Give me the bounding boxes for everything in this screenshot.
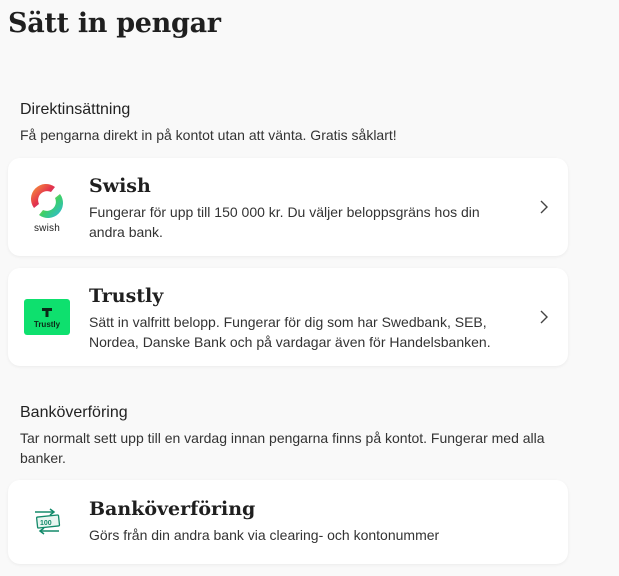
swish-option-description: Fungerar för upp till 150 000 kr. Du väl… [89,204,480,240]
trustly-mark-icon [42,307,52,317]
bank-transfer-option-description: Görs från din andra bank via clearing- o… [89,527,440,543]
swish-option-card[interactable]: swish Swish Fungerar för upp till 150 00… [8,158,568,256]
bank-transfer-icon: 100 [22,502,72,542]
section-heading-direct: Direktinsättning [20,101,131,118]
section-heading-bank: Banköverföring [20,404,128,421]
chevron-right-icon [540,310,548,324]
bank-transfer-option-card[interactable]: 100 Banköverföring Görs från din andra b… [8,480,568,564]
swish-logo: swish [22,177,72,237]
trustly-option-description: Sätt in valfritt belopp. Fungerar för di… [89,314,491,350]
swish-option-title: Swish [89,175,151,197]
banknote-transfer-icon: 100 [35,508,61,535]
trustly-badge: Trustly [24,299,70,335]
bank-transfer-option-title: Banköverföring [89,498,256,520]
page-title: Sätt in pengar [8,8,221,39]
swish-logo-icon [30,183,63,218]
trustly-wordmark: Trustly [33,319,61,329]
section-description-bank: Tar normalt sett upp till en vardag inna… [20,430,545,466]
chevron-right-icon [540,200,548,214]
section-description-direct: Få pengarna direkt in på kontot utan att… [20,127,397,143]
trustly-logo: Trustly [22,287,72,347]
trustly-option-title: Trustly [89,285,164,307]
banknote-value: 100 [40,520,52,527]
trustly-option-card[interactable]: Trustly Trustly Sätt in valfritt belopp.… [8,268,568,366]
swish-wordmark: swish [33,222,60,234]
